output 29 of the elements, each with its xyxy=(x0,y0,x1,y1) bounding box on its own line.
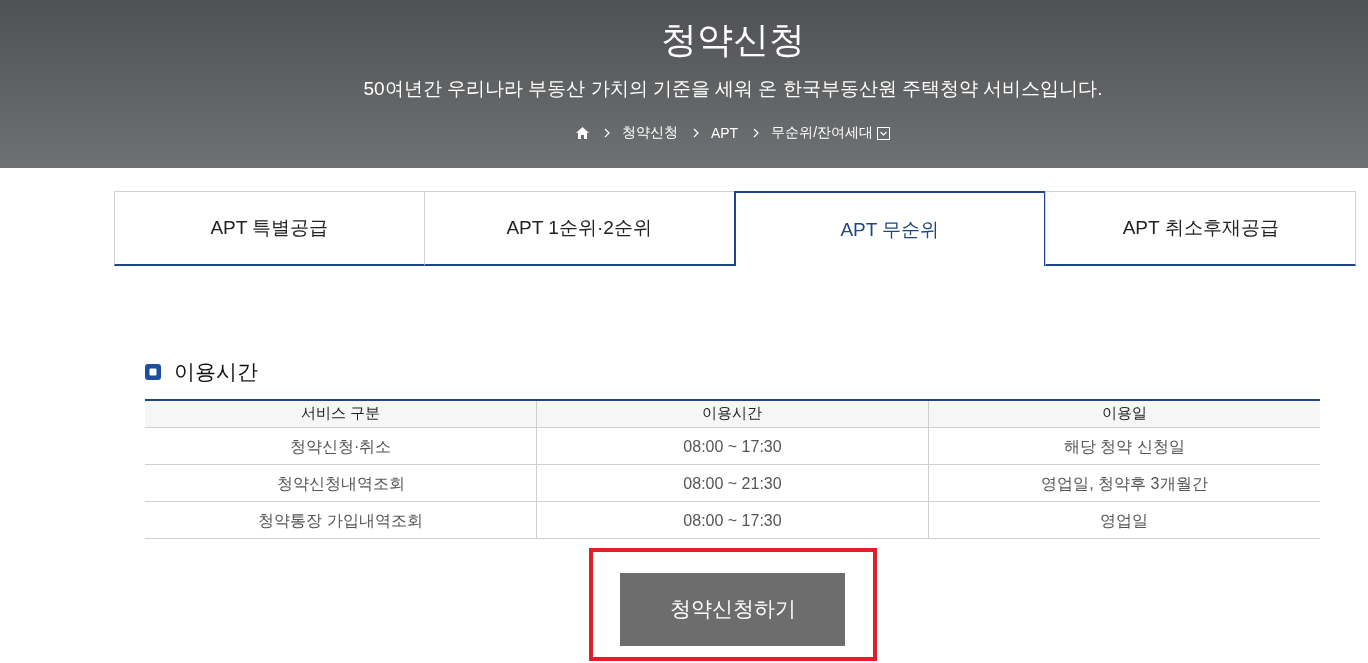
table-cell: 청약신청내역조회 xyxy=(145,464,537,501)
breadcrumb-link[interactable]: 청약신청 xyxy=(621,124,678,142)
table-cell: 청약통장 가입내역조회 xyxy=(145,501,537,538)
tab[interactable]: APT 1순위·2순위 xyxy=(423,191,735,266)
page-subtitle: 50여년간 우리나라 부동산 가치의 기준을 세워 온 한국부동산원 주택청약 서비스입니다. xyxy=(363,77,1103,101)
apply-button[interactable]: 청약신청하기 xyxy=(620,572,845,646)
table-cell: 08:00 ~ 21:30 xyxy=(536,464,929,501)
column-header: 이용일 xyxy=(928,400,1320,427)
column-header: 서비스 구분 xyxy=(145,400,537,427)
home-icon[interactable] xyxy=(575,127,589,139)
breadcrumb-link[interactable]: 무순위/잔여세대 xyxy=(771,124,874,142)
table-cell: 08:00 ~ 17:30 xyxy=(536,427,929,464)
column-header: 이용시간 xyxy=(536,400,929,427)
tab[interactable]: APT 무순위 xyxy=(733,191,1047,266)
breadcrumb-link[interactable]: APT xyxy=(710,125,739,141)
chevron-right-icon xyxy=(692,128,699,138)
table-cell: 영업일, 청약후 3개월간 xyxy=(928,464,1320,501)
table-cell: 해당 청약 신청일 xyxy=(928,427,1320,464)
table-cell: 08:00 ~ 17:30 xyxy=(536,501,929,538)
square-bullet-icon xyxy=(145,364,161,380)
section-title: 이용시간 xyxy=(174,359,258,385)
chevron-right-icon xyxy=(603,128,610,138)
tab[interactable]: APT 취소후재공급 xyxy=(1045,191,1356,266)
chevron-right-icon xyxy=(753,128,760,138)
page-title: 청약신청 xyxy=(661,18,805,62)
table-cell: 청약신청·취소 xyxy=(145,427,537,464)
table-cell: 영업일 xyxy=(928,501,1320,538)
dropdown-box-icon[interactable] xyxy=(877,126,891,140)
tab[interactable]: APT 특별공급 xyxy=(114,191,425,266)
